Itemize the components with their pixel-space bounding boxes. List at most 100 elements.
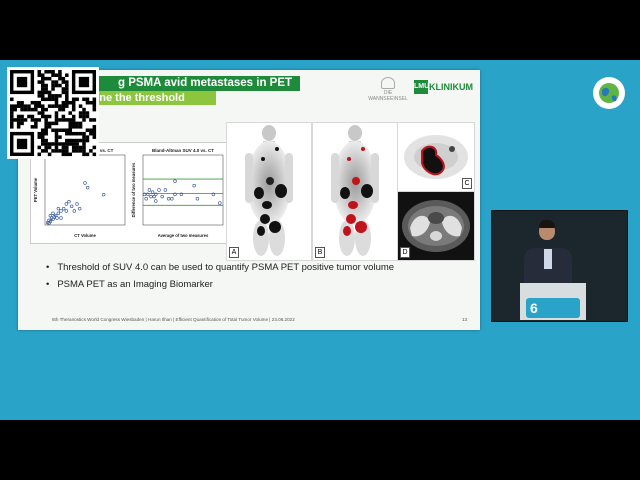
qr-module [89, 149, 93, 153]
qr-module [51, 70, 55, 74]
qr-module [37, 111, 42, 115]
qr-module [78, 149, 83, 153]
qr-module [54, 118, 59, 122]
qr-module [68, 142, 73, 146]
qr-module [82, 149, 86, 153]
qr-module [40, 83, 45, 88]
axial-pet-panel-c: C [397, 122, 475, 192]
qr-module [85, 100, 90, 105]
qr-module [71, 104, 76, 108]
qr-module [37, 131, 42, 136]
qr-module [65, 90, 69, 95]
qr-module [54, 121, 59, 126]
qr-module [40, 138, 45, 143]
qr-module [75, 142, 79, 146]
qr-module [44, 142, 48, 146]
qr-module [75, 131, 79, 136]
qr-module [61, 152, 66, 157]
plot-x-label: CT Volume [74, 233, 96, 238]
pet-mip-panel-a: A [226, 122, 312, 261]
qr-module [71, 138, 76, 143]
qr-module [47, 142, 52, 146]
qr-module [10, 114, 14, 119]
qr-module [40, 94, 45, 98]
qr-module [58, 94, 62, 98]
qr-module [20, 118, 24, 122]
qr-module [20, 107, 24, 112]
qr-module [44, 107, 48, 112]
qr-module [82, 135, 86, 139]
qr-module [51, 80, 55, 84]
qr-module [51, 149, 55, 153]
qr-module [37, 145, 42, 150]
qr-module [89, 118, 93, 122]
qr-module [30, 114, 35, 119]
qr-module [92, 97, 97, 102]
qr-module [40, 97, 45, 102]
qr-module [37, 70, 42, 74]
qr-module [92, 125, 97, 129]
qr-module [44, 97, 48, 102]
qr-module [51, 73, 55, 77]
qr-module [37, 90, 42, 95]
pet-mip-image [245, 125, 293, 256]
qr-module [68, 131, 73, 136]
qr-module [51, 83, 55, 88]
congress-globe-logo [593, 77, 625, 109]
qr-module [68, 125, 73, 129]
qr-module [65, 149, 69, 153]
qr-module [85, 114, 90, 119]
plot-title: Bland-Altman SUV 4.0 vs. CT [152, 148, 214, 153]
qr-module [23, 104, 28, 108]
podium-logo: 6 [526, 298, 580, 318]
qr-module [89, 100, 93, 105]
qr-module [37, 73, 42, 77]
qr-module [71, 100, 76, 105]
qr-module [40, 76, 45, 81]
qr-module [44, 138, 48, 143]
qr-module [51, 142, 55, 146]
panel-label-d: D [400, 247, 410, 258]
qr-module [82, 131, 86, 136]
qr-module [40, 142, 45, 146]
qr-module [68, 152, 73, 157]
qr-module [34, 118, 38, 122]
qr-module [78, 131, 83, 136]
qr-module [37, 104, 42, 108]
qr-module [10, 104, 14, 108]
qr-module [75, 145, 79, 150]
qr-module [13, 118, 17, 122]
qr-module [16, 121, 21, 126]
qr-module [40, 104, 45, 108]
qr-module [44, 145, 48, 150]
qr-module [92, 118, 97, 122]
qr-module [65, 104, 69, 108]
qr-module [78, 114, 83, 119]
pet-segmentation-image [331, 125, 379, 256]
klinikum-mark: LMU [414, 80, 429, 94]
qr-module [65, 152, 69, 157]
qr-module [16, 100, 21, 105]
qr-module [54, 135, 59, 139]
qr-module [54, 114, 59, 119]
qr-module [40, 107, 45, 112]
qr-module [78, 104, 83, 108]
qr-module [47, 145, 52, 150]
qr-module [65, 73, 69, 77]
qr-module [47, 121, 52, 126]
qr-module [44, 87, 48, 91]
qr-module [78, 121, 83, 126]
qr-module [75, 97, 79, 102]
qr-module [54, 83, 59, 88]
qr-module [47, 125, 52, 129]
plot-y-label: Difference of two measures [131, 162, 136, 217]
qr-module [54, 145, 59, 150]
qr-module [34, 104, 38, 108]
qr-module [44, 114, 48, 119]
qr-module [20, 100, 24, 105]
qr-module [68, 128, 73, 133]
qr-module [16, 114, 21, 119]
qr-module [71, 125, 76, 129]
qr-module [61, 80, 66, 84]
qr-module [65, 118, 69, 122]
